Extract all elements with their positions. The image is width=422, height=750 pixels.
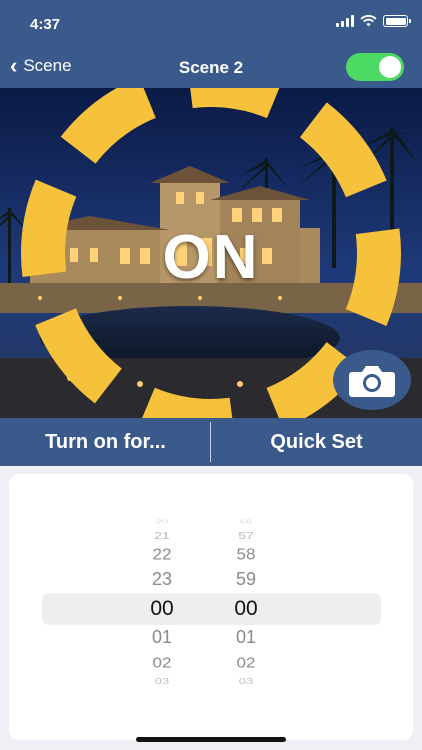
picker-row: 58 [236,546,256,564]
selected-hour: 00 [150,597,174,620]
home-indicator [136,737,286,742]
picker-row: 02 [236,654,256,671]
picker-selection-highlight [42,593,381,625]
picker-row: 01 [151,627,173,647]
turn-on-for-button[interactable]: Turn on for... [0,418,211,466]
nav-bar: 4:37 ‹ Scene Scene 2 [0,0,422,88]
picker-row: 22 [152,546,172,564]
signal-icon [336,15,354,27]
camera-icon [349,366,395,397]
picker-row: 02 [152,654,172,671]
picker-row: 03 [154,677,170,686]
scene-image: ON [0,88,422,418]
action-divider [210,422,211,462]
state-label: ON [162,223,260,292]
wifi-icon [360,15,377,27]
picker-row: 56 [239,519,253,525]
toggle-knob [379,56,401,78]
camera-button[interactable] [333,350,411,410]
quick-set-button[interactable]: Quick Set [211,418,422,466]
picker-row: 21 [154,529,170,541]
selected-minute: 00 [234,597,258,620]
picker-row: 03 [238,677,254,686]
time-picker-card: 20 21 22 23 00 01 02 03 56 57 58 59 00 0… [9,474,413,740]
battery-icon [383,15,411,27]
picker-row: 57 [238,529,254,541]
status-icons [336,15,411,27]
picker-row: 23 [151,569,173,589]
picker-row: 20 [155,519,169,525]
action-bar: Turn on for... Quick Set [0,418,422,466]
picker-row: 01 [235,627,257,647]
scene-toggle[interactable] [346,53,404,81]
picker-row: 59 [235,569,257,589]
status-time: 4:37 [30,16,61,33]
